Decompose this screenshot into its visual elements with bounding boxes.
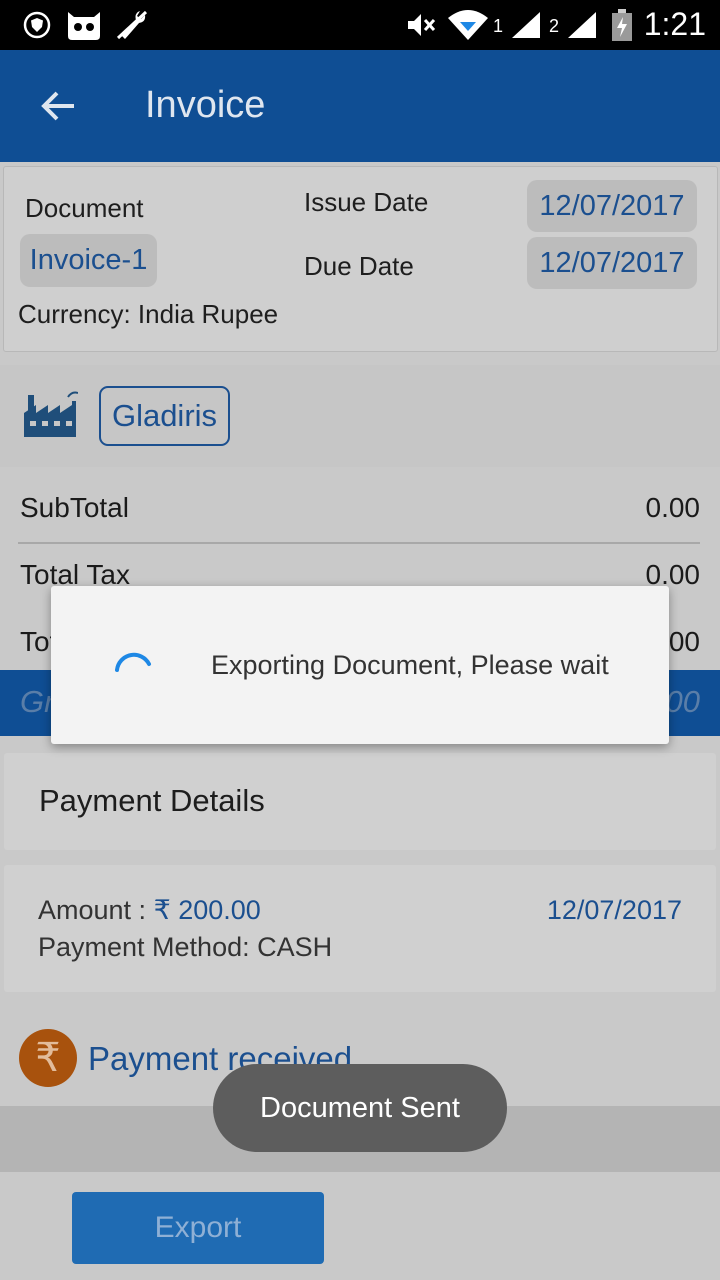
toast-message: Document Sent <box>213 1064 507 1152</box>
signal-icon <box>566 8 598 42</box>
back-button[interactable] <box>30 78 86 134</box>
battery-icon <box>610 8 634 42</box>
sim2-label: 2 <box>549 16 560 36</box>
client-row: Gladiris <box>0 365 720 467</box>
sim1-label: 1 <box>493 16 504 36</box>
document-card: Document Invoice-1 Currency: India Rupee… <box>3 166 718 352</box>
due-date-label: Due Date <box>304 251 414 281</box>
due-date-field[interactable]: 12/07/2017 <box>527 237 697 289</box>
cyanogen-mascot-icon <box>64 8 104 42</box>
subtotal-row: SubTotal 0.00 <box>0 478 720 542</box>
issue-date-label: Issue Date <box>304 187 429 217</box>
issue-date-field[interactable]: 12/07/2017 <box>527 180 697 232</box>
shield-icon <box>22 8 52 42</box>
payment-date: 12/07/2017 <box>546 895 682 925</box>
signal-icon <box>510 8 542 42</box>
amount-value: ₹ 200.00 <box>153 895 261 925</box>
status-bar: 1 2 1:21 <box>0 0 720 50</box>
clock: 1:21 <box>643 6 706 42</box>
payment-item[interactable]: Amount : ₹ 200.00 12/07/2017 Payment Met… <box>4 865 716 992</box>
payment-details-title: Payment Details <box>39 783 265 818</box>
document-number-field[interactable]: Invoice-1 <box>20 234 157 287</box>
wifi-icon <box>446 8 490 42</box>
document-label: Document <box>25 193 144 223</box>
mute-icon <box>404 8 438 42</box>
arrow-left-icon <box>41 91 74 121</box>
factory-icon[interactable] <box>22 387 78 443</box>
rupee-icon: ₹ <box>19 1029 77 1087</box>
export-button[interactable]: Export <box>72 1192 324 1264</box>
payment-details-header[interactable]: Payment Details <box>4 753 716 850</box>
payment-method: Payment Method: CASH <box>38 932 333 962</box>
divider <box>18 542 700 544</box>
progress-dialog: Exporting Document, Please wait <box>51 586 669 744</box>
app-bar: Invoice <box>0 50 720 162</box>
no-wrench-icon <box>114 8 150 42</box>
amount-row: Amount : ₹ 200.00 <box>38 895 261 926</box>
dialog-message: Exporting Document, Please wait <box>211 650 609 680</box>
subtotal-value: 0.00 <box>645 492 701 523</box>
currency-label[interactable]: Currency: India Rupee <box>18 299 278 330</box>
page-title: Invoice <box>145 84 266 126</box>
amount-label: Amount : <box>38 895 154 925</box>
subtotal-label: SubTotal <box>20 492 129 523</box>
loading-spinner-icon <box>115 652 151 672</box>
client-name-button[interactable]: Gladiris <box>99 386 230 446</box>
